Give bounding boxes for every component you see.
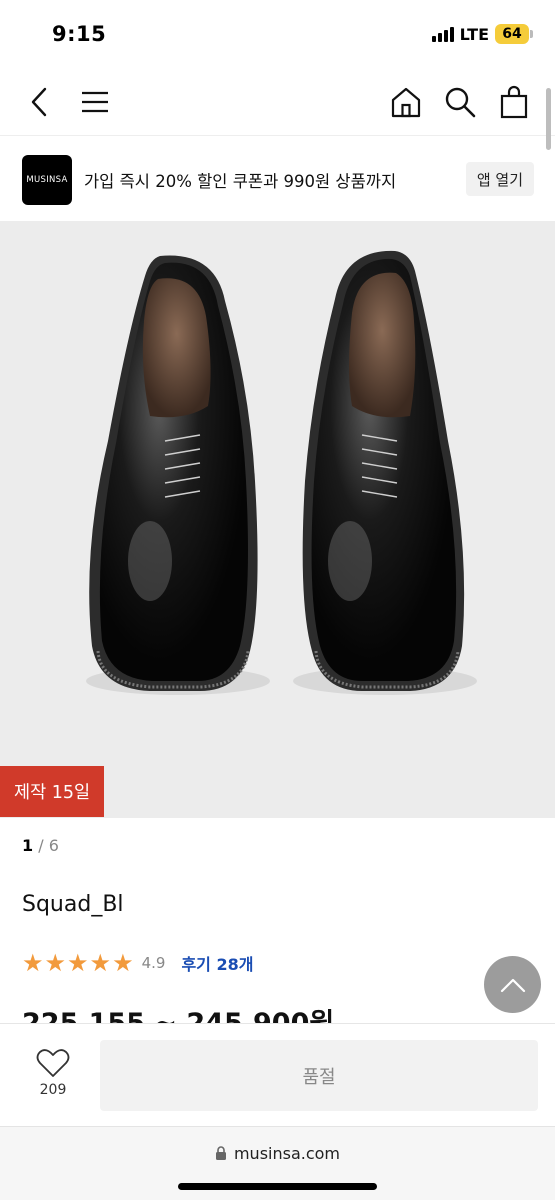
lock-icon [215,1146,226,1160]
pager-total: / 6 [38,836,59,855]
scroll-top-button[interactable] [484,956,541,1013]
app-banner[interactable]: MUSINSA 가입 즉시 20% 할인 쿠폰과 990원 상품까지 앱 열기 [0,137,555,221]
menu-button[interactable] [75,82,115,122]
product-image[interactable]: 제작 15일 [0,221,555,818]
status-time: 9:15 [52,22,107,46]
url-display[interactable]: musinsa.com [0,1144,555,1163]
search-icon [445,87,476,118]
url-text: musinsa.com [233,1144,341,1163]
rating-value: 4.9 [141,954,166,972]
production-time-badge: 제작 15일 [0,766,105,817]
rating-row: ★ ★ ★ ★ ★ 4.9 후기 28개 [22,950,253,976]
reviews-link[interactable]: 후기 28개 [181,951,253,975]
product-name: Squad_Bl [22,892,124,917]
back-button[interactable] [20,82,60,122]
battery-icon: 64 [495,24,533,44]
shoes-illustration [86,250,477,695]
star-icon: ★ [44,949,67,977]
home-icon [391,87,421,118]
like-button[interactable]: 209 [28,1048,78,1098]
home-indicator[interactable] [178,1183,377,1190]
browser-url-bar[interactable]: musinsa.com [0,1126,555,1200]
chevron-up-icon [500,978,525,992]
top-nav [0,70,555,136]
bottom-action-bar: 209 품절 [0,1023,555,1126]
chevron-left-icon [31,87,47,117]
musinsa-logo: MUSINSA [22,155,72,205]
battery-level: 64 [502,26,522,42]
heart-icon [36,1049,70,1077]
star-icon: ★ [67,949,89,977]
like-count: 209 [39,1082,67,1098]
image-pager: 1 / 6 [22,836,59,855]
hamburger-icon [82,91,108,113]
star-icon: ★ [22,949,44,977]
network-label: LTE [459,24,489,44]
cart-button[interactable] [494,82,534,122]
banner-text: 가입 즉시 20% 할인 쿠폰과 990원 상품까지 [84,172,397,191]
status-bar: 9:15 LTE 64 [0,0,555,70]
status-indicators: LTE 64 [431,24,533,44]
search-button[interactable] [440,82,480,122]
star-icon: ★ [89,949,112,977]
pager-current: 1 [22,836,34,855]
shopping-bag-icon [500,85,528,119]
star-icon: ★ [112,949,134,977]
star-rating: ★ ★ ★ ★ ★ [22,951,134,975]
open-app-button[interactable]: 앱 열기 [465,162,534,196]
soldout-button[interactable]: 품절 [100,1040,538,1111]
home-button[interactable] [386,82,426,122]
signal-icon [431,26,454,42]
